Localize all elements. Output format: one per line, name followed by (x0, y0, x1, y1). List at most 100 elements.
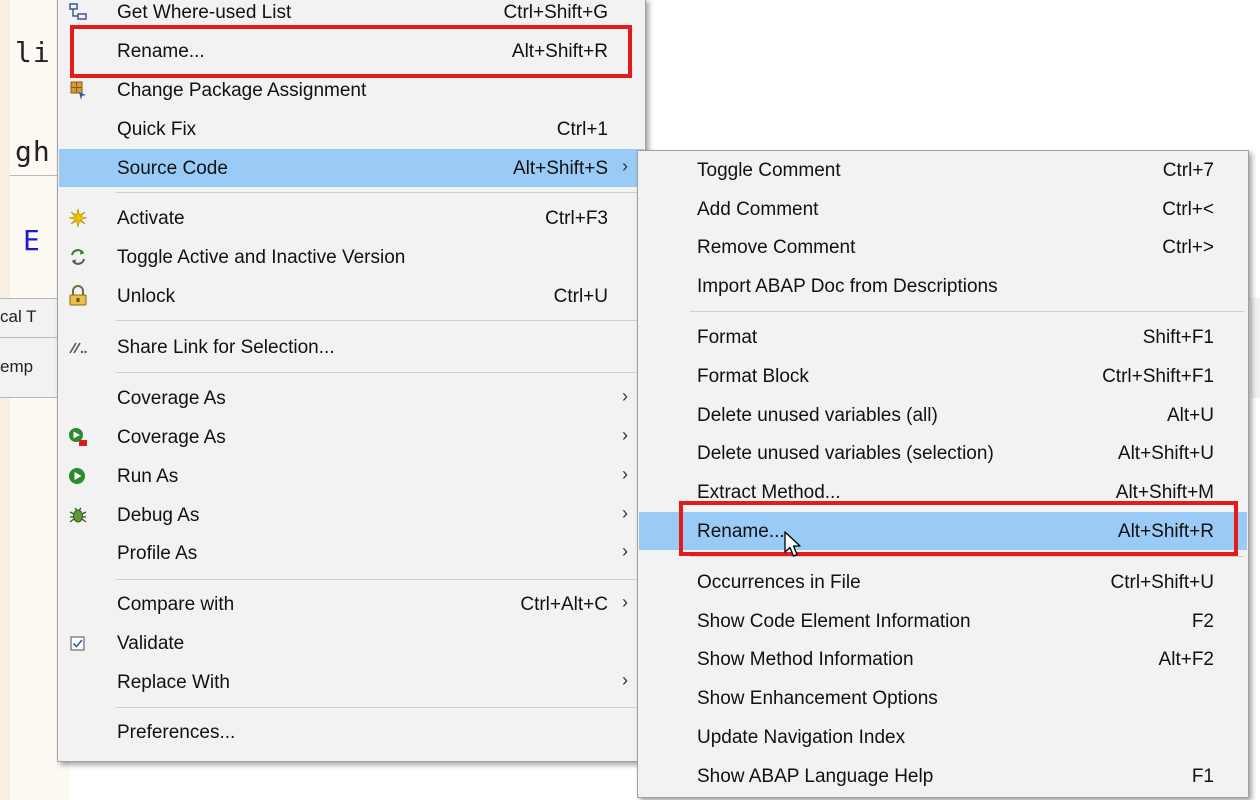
menu-item-toggle-active-inactive[interactable]: Toggle Active and Inactive Version (59, 238, 644, 276)
submenu-item-show-abap-language-help[interactable]: Show ABAP Language Help F1 (639, 757, 1247, 795)
menu-item-coverage-as-2[interactable]: Coverage As › (59, 418, 644, 456)
submenu-item-update-navigation-index[interactable]: Update Navigation Index (639, 718, 1247, 756)
menu-item-shortcut: Ctrl+< (1162, 199, 1214, 220)
menu-item-activate[interactable]: Activate Ctrl+F3 (59, 199, 644, 237)
menu-item-shortcut: Alt+Shift+S (512, 158, 608, 179)
menu-item-label: Quick Fix (117, 119, 197, 140)
mouse-pointer-icon (784, 531, 804, 559)
menu-item-label: Show Method Information (697, 649, 914, 670)
menu-item-label: Share Link for Selection... (117, 337, 335, 358)
code-fragment: li (15, 36, 51, 69)
menu-separator (116, 192, 641, 193)
menu-item-unlock[interactable]: Unlock Ctrl+U (59, 277, 644, 315)
menu-item-validate[interactable]: Validate (59, 624, 644, 662)
menu-item-shortcut: Shift+F1 (1142, 327, 1214, 348)
menu-item-label: Occurrences in File (697, 572, 861, 593)
submenu-item-show-enhancement-options[interactable]: Show Enhancement Options (639, 679, 1247, 717)
menu-item-shortcut: Ctrl+Shift+F1 (1102, 366, 1214, 387)
chevron-right-icon: › (622, 464, 628, 484)
chevron-right-icon: › (622, 156, 628, 176)
debug-icon (67, 504, 89, 526)
menu-item-shortcut: Ctrl+> (1162, 237, 1214, 258)
menu-item-label: Replace With (117, 672, 230, 693)
where-used-icon (67, 1, 89, 23)
tabstrip-border (0, 298, 60, 299)
menu-item-preferences[interactable]: Preferences... (59, 713, 644, 751)
menu-item-shortcut: F1 (1191, 766, 1214, 787)
menu-item-label: Profile As (117, 543, 198, 564)
menu-item-compare-with[interactable]: Compare with Ctrl+Alt+C › (59, 585, 644, 623)
menu-item-label: Show Enhancement Options (697, 688, 938, 709)
code-keyword-fragment: E (23, 224, 41, 257)
menu-item-shortcut: Alt+U (1167, 405, 1214, 426)
annotation-highlight-box (679, 501, 1238, 556)
menu-item-quick-fix[interactable]: Quick Fix Ctrl+1 (59, 110, 644, 148)
menu-item-shortcut: Alt+Shift+U (1117, 443, 1214, 464)
menu-item-shortcut: F2 (1191, 611, 1214, 632)
menu-item-shortcut: Ctrl+1 (556, 119, 608, 140)
menu-item-shortcut: Ctrl+Shift+G (503, 2, 608, 23)
submenu-item-import-abap-doc[interactable]: Import ABAP Doc from Descriptions (639, 267, 1247, 305)
menu-item-run-as[interactable]: Run As › (59, 457, 644, 495)
submenu-item-show-code-element-info[interactable]: Show Code Element Information F2 (639, 602, 1247, 640)
source-code-submenu: Toggle Comment Ctrl+7 Add Comment Ctrl+<… (637, 150, 1249, 798)
menu-item-source-code[interactable]: Source Code Alt+Shift+S › (59, 149, 644, 187)
submenu-item-occurrences-in-file[interactable]: Occurrences in File Ctrl+Shift+U (639, 563, 1247, 601)
chevron-right-icon: › (622, 425, 628, 445)
menu-item-label: Toggle Active and Inactive Version (117, 247, 406, 268)
menu-separator (116, 579, 641, 580)
tabstrip-border (0, 337, 60, 338)
menu-item-coverage-as[interactable]: Coverage As › (59, 379, 644, 417)
lock-icon (67, 285, 89, 307)
menu-item-label: Format (697, 327, 758, 348)
menu-item-label: Unlock (117, 286, 176, 307)
editor-gutter (0, 0, 10, 800)
share-link-icon (67, 336, 89, 358)
menu-item-label: Format Block (697, 366, 809, 387)
menu-item-label: Run As (117, 466, 179, 487)
menu-item-label: Import ABAP Doc from Descriptions (697, 276, 998, 297)
menu-item-label: Compare with (117, 594, 235, 615)
submenu-item-format-block[interactable]: Format Block Ctrl+Shift+F1 (639, 357, 1247, 395)
activate-icon (67, 207, 89, 229)
toggle-version-icon (67, 246, 89, 268)
submenu-item-delete-unused-all[interactable]: Delete unused variables (all) Alt+U (639, 396, 1247, 434)
submenu-item-format[interactable]: Format Shift+F1 (639, 318, 1247, 356)
submenu-item-add-comment[interactable]: Add Comment Ctrl+< (639, 190, 1247, 228)
menu-item-share-link[interactable]: Share Link for Selection... (59, 328, 644, 366)
chevron-right-icon: › (622, 503, 628, 523)
menu-separator (690, 556, 1244, 557)
menu-item-label: Preferences... (117, 722, 236, 743)
view-tab-fragment[interactable]: emp (0, 357, 33, 377)
menu-item-label: Show ABAP Language Help (697, 766, 934, 787)
submenu-item-delete-unused-selection[interactable]: Delete unused variables (selection) Alt+… (639, 434, 1247, 472)
menu-item-label: Debug As (117, 505, 200, 526)
coverage-icon (67, 426, 89, 448)
menu-item-label: Add Comment (697, 199, 819, 220)
submenu-item-show-method-info[interactable]: Show Method Information Alt+F2 (639, 640, 1247, 678)
submenu-item-remove-comment[interactable]: Remove Comment Ctrl+> (639, 228, 1247, 266)
menu-item-label: Coverage As (117, 388, 226, 409)
run-icon (67, 465, 89, 487)
menu-item-label: Remove Comment (697, 237, 856, 258)
menu-item-replace-with[interactable]: Replace With › (59, 663, 644, 701)
menu-item-shortcut: Ctrl+Shift+U (1110, 572, 1214, 593)
menu-item-label: Validate (117, 633, 185, 654)
chevron-right-icon: › (622, 386, 628, 406)
submenu-item-toggle-comment[interactable]: Toggle Comment Ctrl+7 (639, 151, 1247, 189)
menu-item-label: Toggle Comment (697, 160, 841, 181)
menu-item-shortcut: Ctrl+F3 (545, 208, 608, 229)
chevron-right-icon: › (622, 541, 628, 561)
menu-separator (116, 320, 641, 321)
checkbox-icon (67, 632, 89, 654)
menu-item-shortcut: Ctrl+Alt+C (520, 594, 608, 615)
tabstrip-border (0, 397, 60, 398)
menu-item-debug-as[interactable]: Debug As › (59, 496, 644, 534)
menu-item-profile-as[interactable]: Profile As › (59, 534, 644, 572)
menu-separator (690, 311, 1244, 312)
chevron-right-icon: › (622, 592, 628, 612)
view-tab-fragment[interactable]: cal T (0, 307, 37, 327)
menu-item-label: Delete unused variables (all) (697, 405, 938, 426)
menu-separator (116, 372, 641, 373)
menu-item-label: Update Navigation Index (697, 727, 906, 748)
